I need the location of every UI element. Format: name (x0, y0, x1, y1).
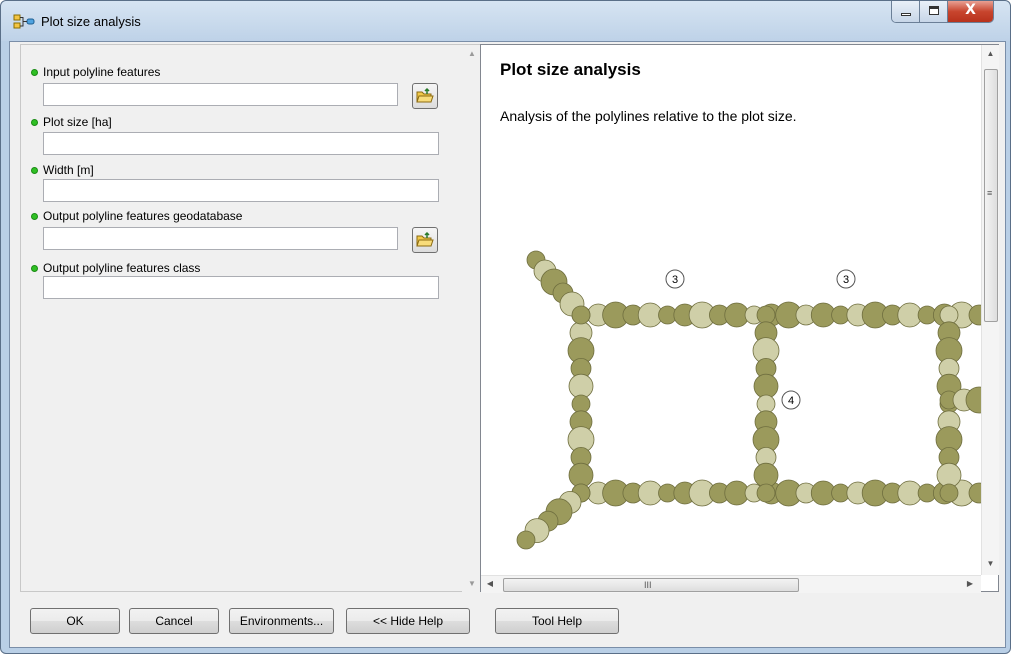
required-dot-icon (31, 213, 38, 220)
title-bar[interactable]: Plot size analysis X (1, 1, 1010, 41)
output-class-field[interactable] (43, 276, 439, 299)
required-dot-icon (31, 265, 38, 272)
input-polyline-features-field[interactable] (43, 83, 398, 106)
thumb-grip: ≡ (987, 188, 993, 198)
tree-crown (571, 305, 591, 325)
param-label-text: Input polyline features (43, 65, 161, 79)
open-folder-icon (416, 231, 434, 247)
close-icon: X (965, 2, 976, 18)
tree-crowns (516, 250, 981, 550)
open-folder-icon (416, 87, 434, 103)
required-dot-icon (31, 69, 38, 76)
help-title: Plot size analysis (500, 60, 641, 79)
width-field[interactable] (43, 179, 439, 202)
param-label-text: Output polyline features geodatabase (43, 209, 243, 223)
param-label-text: Width [m] (43, 163, 94, 177)
help-pane: Plot size analysis Analysis of the polyl… (480, 44, 999, 593)
scroll-up-arrow-icon[interactable]: ▲ (462, 49, 482, 58)
plot-illustration: 3 3 4 (516, 250, 981, 550)
scroll-up-arrow-icon[interactable]: ▲ (982, 49, 999, 58)
param-label-output-class: Output polyline features class (31, 261, 200, 275)
window-controls: X (891, 1, 994, 23)
param-label-width: Width [m] (31, 163, 94, 177)
svg-text:3: 3 (672, 274, 678, 286)
close-button[interactable]: X (948, 1, 993, 22)
svg-text:3: 3 (843, 274, 849, 286)
required-dot-icon (31, 119, 38, 126)
svg-text:4: 4 (788, 395, 794, 407)
maximize-icon (929, 6, 939, 15)
browse-input-polyline-button[interactable] (412, 83, 438, 109)
parameters-scrollbar[interactable]: ▲ ▼ (462, 45, 482, 593)
minimize-icon (901, 13, 911, 16)
tree-crown (939, 483, 959, 503)
ok-button[interactable]: OK (30, 608, 120, 634)
output-geodatabase-field[interactable] (43, 227, 398, 250)
tree-crown (756, 483, 776, 503)
cancel-button[interactable]: Cancel (129, 608, 219, 634)
thumb-grip: III (644, 580, 652, 590)
tree-crown (756, 305, 776, 325)
tree-crown (939, 305, 959, 325)
label-3b: 3 (836, 269, 856, 289)
required-dot-icon (31, 167, 38, 174)
horizontal-scroll-thumb[interactable]: III (503, 578, 799, 592)
param-label-input-polyline-features: Input polyline features (31, 65, 160, 79)
browse-output-geodatabase-button[interactable] (412, 227, 438, 253)
maximize-button[interactable] (920, 1, 948, 22)
parameters-pane: Input polyline features Plot size [ha] W… (20, 44, 482, 593)
plot-size-field[interactable] (43, 132, 439, 155)
param-label-plot-size: Plot size [ha] (31, 115, 112, 129)
param-label-output-geodatabase: Output polyline features geodatabase (31, 209, 242, 223)
label-4: 4 (781, 390, 801, 410)
help-vertical-scrollbar[interactable]: ▲ ≡ ▼ (981, 45, 999, 575)
tool-dialog-window: Plot size analysis X Input polyline feat… (0, 0, 1011, 654)
scroll-down-arrow-icon[interactable]: ▼ (462, 579, 482, 588)
tree-crown (756, 394, 776, 414)
dialog-client-area: Input polyline features Plot size [ha] W… (9, 41, 1006, 648)
model-tool-icon (13, 13, 35, 29)
scroll-right-arrow-icon[interactable]: ▶ (965, 579, 975, 588)
scroll-down-arrow-icon[interactable]: ▼ (982, 559, 999, 568)
param-label-text: Output polyline features class (43, 261, 201, 275)
tree-crown (516, 530, 536, 550)
tool-help-button[interactable]: Tool Help (495, 608, 619, 634)
param-label-text: Plot size [ha] (43, 115, 112, 129)
help-description: Analysis of the polylines relative to th… (500, 108, 797, 124)
label-3a: 3 (665, 269, 685, 289)
scroll-left-arrow-icon[interactable]: ◀ (485, 579, 495, 588)
window-title: Plot size analysis (41, 14, 141, 29)
tree-crown (571, 394, 591, 414)
help-horizontal-scrollbar[interactable]: ◀ III ▶ (481, 575, 981, 593)
minimize-button[interactable] (892, 1, 920, 22)
environments-button[interactable]: Environments... (229, 608, 334, 634)
hide-help-button[interactable]: << Hide Help (346, 608, 470, 634)
vertical-scroll-thumb[interactable]: ≡ (984, 69, 998, 322)
